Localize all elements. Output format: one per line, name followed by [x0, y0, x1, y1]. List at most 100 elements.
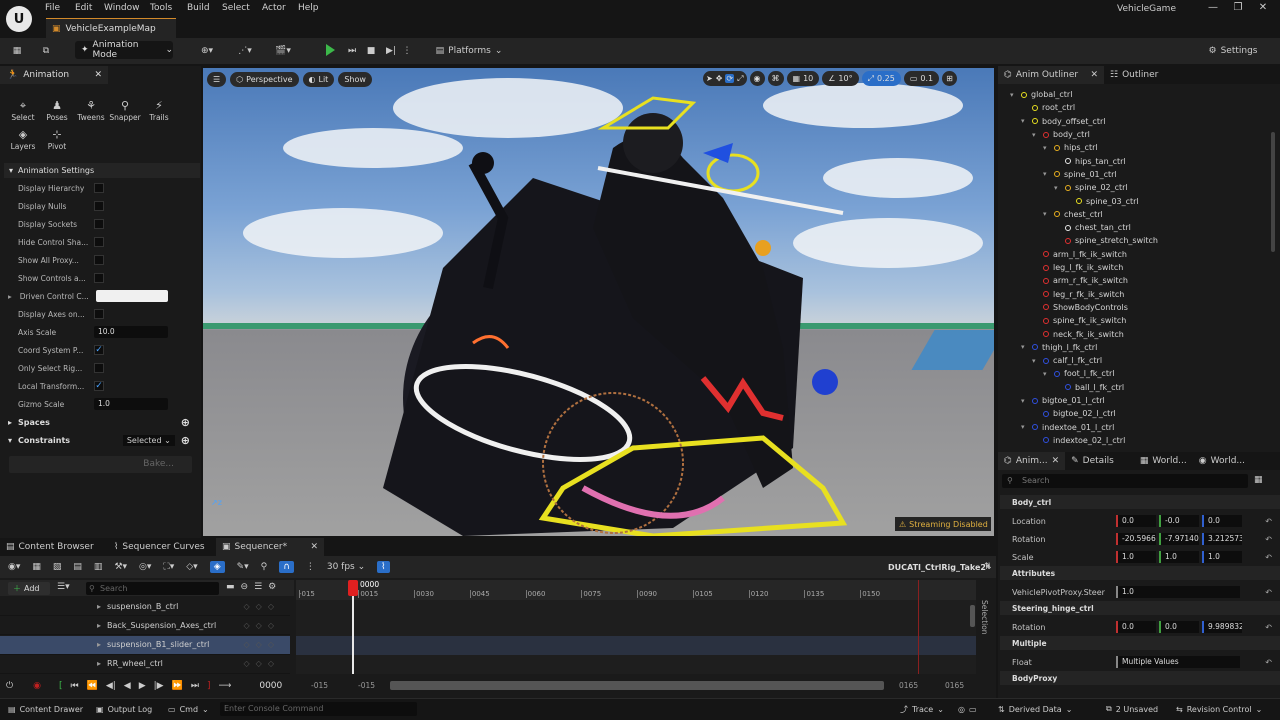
tab-sequencer-curves[interactable]: ⌇ Sequencer Curves [108, 538, 211, 556]
eject-icon[interactable]: ▶| [384, 42, 398, 60]
tool-select[interactable]: ⌖ Select [7, 100, 39, 122]
insights-icon[interactable]: ◎ [958, 705, 965, 714]
perspective-button[interactable]: ⬡ Perspective [230, 71, 299, 87]
track-key-icons[interactable]: ◇◇◇ [244, 640, 280, 649]
filters-icon[interactable]: ⛶▾ [163, 562, 174, 572]
map-tab[interactable]: ▣ VehicleExampleMap [46, 18, 176, 38]
setting-checkbox[interactable]: ✓ [94, 381, 104, 391]
blueprint-icon[interactable]: ⋰▾ [232, 42, 258, 60]
sequencer-track[interactable]: ▸ RR_wheel_ctrl ◇◇◇ [0, 655, 290, 674]
outliner-item[interactable]: arm_r_fk_ik_switch [1002, 274, 1128, 287]
setting-checkbox[interactable]: ✓ [94, 345, 104, 355]
expand-arrow-icon[interactable]: ▾ [1010, 91, 1017, 99]
outliner-item[interactable]: leg_l_fk_ik_switch [1002, 261, 1123, 274]
expand-arrow-icon[interactable]: ▾ [1043, 210, 1050, 218]
surface-snap-button[interactable]: ⌘ [767, 71, 784, 86]
fps-dropdown[interactable]: 30 fps ⌄ [327, 562, 365, 572]
scale-icon[interactable]: ⤢ [737, 74, 743, 84]
tool-tweens[interactable]: ⚘ Tweens [75, 100, 107, 122]
reset-icon[interactable]: ↶ [1265, 553, 1272, 562]
snap-icon[interactable]: ∩ [279, 561, 294, 573]
curve-editor-icon[interactable]: ⌇ [377, 561, 390, 573]
minimize-icon[interactable]: — [1206, 2, 1220, 14]
collapse-icon[interactable]: ▬ [226, 582, 235, 592]
play-reverse-icon[interactable]: ◀ [124, 681, 131, 691]
rotation-snap-button[interactable]: ∠ 10° [822, 71, 859, 86]
reset-icon[interactable]: ↶ [1265, 517, 1272, 526]
details-section-header[interactable]: Steering_hinge_ctrl [1000, 601, 1280, 615]
sequencer-search-input[interactable]: ⚲ Search [86, 582, 219, 595]
lock-icon[interactable]: ⊖ [241, 582, 249, 592]
sequencer-track[interactable]: ▸ suspension_B1_slider_ctrl ◇◇◇ [0, 635, 290, 655]
details-value-field[interactable]: Multiple Values [1116, 656, 1240, 668]
revision-control-button[interactable]: ⇆ Revision Control ⌄ [1176, 698, 1262, 720]
track-key-icons[interactable]: ◇◇◇ [244, 602, 280, 611]
expand-arrow-icon[interactable]: ▾ [1043, 170, 1050, 178]
menu-select[interactable]: Select [222, 3, 250, 15]
expand-arrow-icon[interactable]: ▾ [1032, 131, 1039, 139]
tool-layers[interactable]: ◈ Layers [7, 129, 39, 151]
outliner-scrollbar[interactable] [1271, 132, 1275, 252]
next-frame-icon[interactable]: |▶ [154, 681, 164, 691]
sequencer-track[interactable]: ▸ suspension_B_ctrl ◇◇◇ [0, 597, 290, 616]
marker-icon[interactable]: ⚲ [261, 562, 268, 572]
snapshot-icon[interactable]: ▥ [94, 562, 103, 572]
save-icon[interactable]: ▦ [8, 42, 26, 60]
scale-snap-button[interactable]: ⤢ 0.25 [861, 71, 901, 86]
content-icon[interactable]: ⧉ [36, 42, 56, 60]
view-end[interactable]: 0165 [899, 681, 918, 690]
outliner-item[interactable]: ▾ spine_01_ctrl [1002, 168, 1117, 181]
prev-frame-icon[interactable]: ◀| [106, 681, 116, 691]
outliner-item[interactable]: root_ctrl [1002, 101, 1075, 114]
platforms-button[interactable]: ▤ Platforms ⌄ [436, 42, 503, 60]
details-value-field[interactable]: -0.0 [1159, 515, 1199, 527]
tab-content-browser[interactable]: ▤ Content Browser [0, 538, 100, 556]
rider-and-bike[interactable] [203, 68, 994, 536]
constraints-dropdown[interactable]: Selected ⌄ [122, 434, 175, 446]
outliner-item[interactable]: neck_fk_ik_switch [1002, 327, 1124, 340]
tool-poses[interactable]: ♟ Poses [41, 100, 73, 122]
unsaved-button[interactable]: ⧉ 2 Unsaved [1106, 698, 1158, 720]
tool-pivot[interactable]: ⊹ Pivot [41, 129, 73, 151]
animation-settings-header[interactable]: ▾ Animation Settings [4, 163, 200, 178]
mode-dropdown[interactable]: ✦ Animation Mode ⌄ [75, 40, 173, 60]
unreal-logo-icon[interactable]: U [6, 6, 32, 32]
expand-arrow-icon[interactable]: ▾ [1021, 343, 1028, 351]
reset-icon[interactable]: ↶ [1265, 535, 1272, 544]
add-actor-icon[interactable]: ⊕▾ [195, 42, 219, 60]
outliner-item[interactable]: ▾ body_offset_ctrl [1002, 115, 1105, 128]
view-options-icon[interactable]: ◎▾ [139, 562, 151, 572]
maximize-icon[interactable]: ❐ [1231, 2, 1245, 14]
menu-tools[interactable]: Tools [150, 3, 172, 15]
setting-checkbox[interactable] [94, 219, 104, 229]
expand-arrow-icon[interactable]: ▾ [1043, 370, 1050, 378]
outliner-item[interactable]: ▾ thigh_l_fk_ctrl [1002, 341, 1097, 354]
close-tab-icon[interactable]: ✕ [1090, 70, 1098, 80]
expand-arrow-icon[interactable]: ▸ [97, 602, 101, 611]
tab-world-2[interactable]: ◉ World... [1193, 452, 1251, 470]
setting-checkbox[interactable] [94, 309, 104, 319]
outliner-item[interactable]: ▾ foot_l_fk_ctrl [1002, 367, 1114, 380]
current-frame-field[interactable]: 0000 [259, 681, 282, 691]
camera-speed-button[interactable]: ▭ 0.1 [903, 71, 940, 86]
tab-details[interactable]: ✎ Details [1065, 452, 1120, 470]
setting-checkbox[interactable] [94, 201, 104, 211]
details-value-field[interactable]: 0.0 [1159, 621, 1199, 633]
cmd-dropdown[interactable]: ▭ Cmd ⌄ [168, 698, 209, 720]
tab-world-1[interactable]: ▦ World... [1134, 452, 1193, 470]
tab-sequencer[interactable]: ▣ Sequencer* ✕ [216, 538, 324, 556]
tool-trails[interactable]: ⚡ Trails [143, 100, 175, 122]
sequence-options-icon[interactable]: ⇅ [984, 562, 992, 572]
range-start[interactable]: -015 [311, 681, 328, 690]
expand-arrow-icon[interactable]: ▸ [97, 640, 101, 649]
expand-arrow-icon[interactable]: ▾ [1021, 117, 1028, 125]
details-value-field[interactable]: -7.97140 [1159, 533, 1199, 545]
rotate-icon[interactable]: ⟳ [725, 74, 735, 83]
edit-mode-icon[interactable]: ✎▾ [237, 562, 249, 572]
loop-icon[interactable]: ⟶ [218, 681, 231, 691]
tab-anim-details[interactable]: ⌬ Anim... ✕ [998, 452, 1066, 470]
viewport-menu-button[interactable]: ☰ [207, 71, 227, 87]
playhead-marker[interactable] [348, 580, 358, 596]
details-value-field[interactable]: 3.212573 [1202, 533, 1242, 545]
expand-arrow-icon[interactable]: ▾ [1021, 423, 1028, 431]
